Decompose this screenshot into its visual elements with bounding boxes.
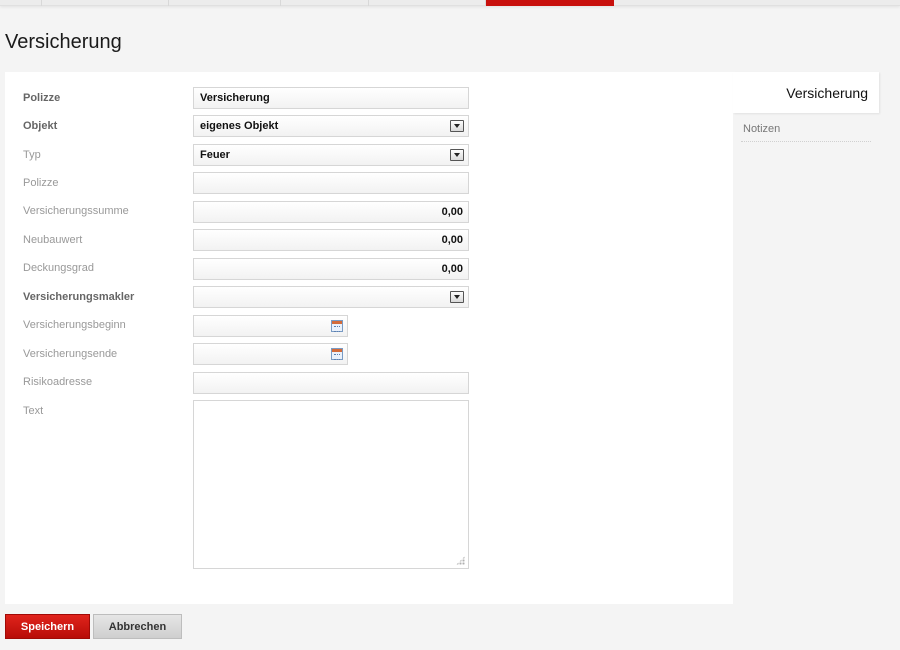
top-nav-tab[interactable] (169, 0, 281, 6)
top-nav-tab[interactable] (42, 0, 169, 6)
versicherungsmakler-select[interactable] (193, 286, 469, 308)
versicherungssumme-label: Versicherungssumme (23, 205, 129, 217)
versicherungsende-date-input[interactable] (193, 343, 348, 365)
versicherungsmakler-label: Versicherungsmakler (23, 291, 135, 303)
neubauwert-value: 0,00 (441, 234, 463, 246)
page-title: Versicherung (5, 31, 122, 53)
cancel-button[interactable]: Abbrechen (93, 614, 182, 639)
versicherungssumme-input[interactable]: 0,00 (193, 201, 469, 223)
calendar-icon[interactable] (331, 348, 343, 360)
text-label: Text (23, 405, 44, 417)
versicherungssumme-value: 0,00 (441, 206, 463, 218)
polizze-input[interactable] (193, 172, 469, 194)
versicherungsende-label: Versicherungsende (23, 348, 118, 360)
form-panel: Polizze Versicherung Objekt eigenes Obje… (5, 72, 733, 604)
deckungsgrad-input[interactable]: 0,00 (193, 258, 469, 280)
top-nav-tab[interactable] (281, 0, 369, 6)
objekt-value: eigenes Objekt (200, 120, 279, 132)
top-nav-tab-active[interactable] (486, 0, 614, 6)
versicherungsbeginn-label: Versicherungsbeginn (23, 319, 126, 331)
versicherungsbeginn-date-input[interactable] (193, 315, 348, 337)
neubauwert-input[interactable]: 0,00 (193, 229, 469, 251)
side-tab-versicherung[interactable]: Versicherung (733, 72, 879, 113)
objekt-label: Objekt (23, 120, 58, 132)
save-button[interactable]: Speichern (5, 614, 90, 639)
typ-value: Feuer (200, 149, 230, 161)
text-textarea[interactable] (193, 400, 469, 569)
side-tab-notizen[interactable]: Notizen (741, 122, 871, 142)
typ-select[interactable]: Feuer (193, 144, 469, 166)
chevron-down-icon[interactable] (450, 291, 464, 303)
polizze-name-label: Polizze (23, 92, 61, 104)
resize-grip-icon[interactable] (456, 556, 465, 565)
objekt-select[interactable]: eigenes Objekt (193, 115, 469, 137)
top-nav-tab[interactable] (0, 0, 42, 6)
risikoadresse-input[interactable] (193, 372, 469, 394)
typ-label: Typ (23, 149, 41, 161)
calendar-icon[interactable] (331, 320, 343, 332)
side-tab-label: Notizen (743, 123, 781, 135)
polizze-name-input[interactable]: Versicherung (193, 87, 469, 109)
deckungsgrad-label: Deckungsgrad (23, 262, 94, 274)
side-tab-label: Versicherung (786, 85, 868, 101)
risikoadresse-label: Risikoadresse (23, 376, 93, 388)
chevron-down-icon[interactable] (450, 149, 464, 161)
neubauwert-label: Neubauwert (23, 234, 83, 246)
top-nav-tab[interactable] (369, 0, 486, 6)
deckungsgrad-value: 0,00 (441, 263, 463, 275)
chevron-down-icon[interactable] (450, 120, 464, 132)
polizze-name-value: Versicherung (200, 92, 270, 104)
top-navigation (0, 0, 900, 6)
polizze-label: Polizze (23, 177, 59, 189)
